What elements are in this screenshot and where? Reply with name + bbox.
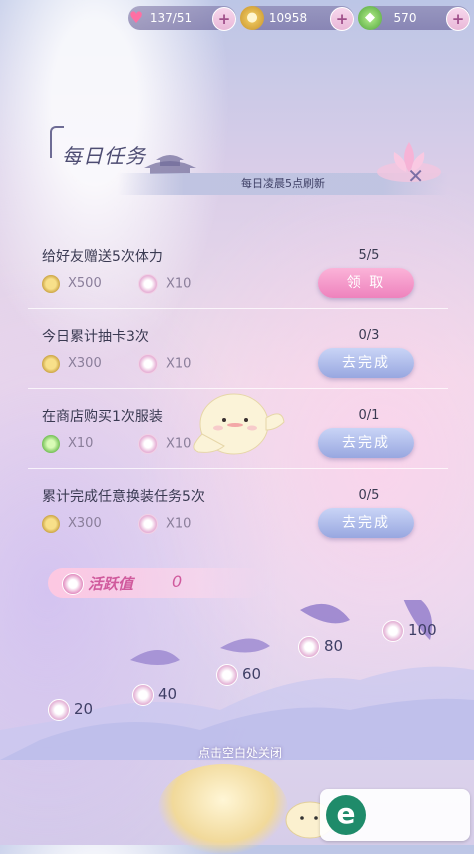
- activity-point-icon: [62, 573, 84, 595]
- go-complete-button[interactable]: 去完成: [318, 428, 414, 458]
- moon-decoration: [158, 764, 288, 854]
- activity-point-icon: [298, 636, 320, 658]
- side-scroll-decoration: [2, 210, 22, 610]
- activity-point-icon: [382, 620, 404, 642]
- task-row: 累计完成任意换装任务5次 0/5 X300 X10 去完成: [28, 468, 448, 548]
- reward-coin: X300: [42, 354, 102, 374]
- site-logo-icon: [326, 795, 366, 835]
- task-progress: 5/5: [358, 248, 380, 263]
- close-hint[interactable]: 点击空白处关闭: [130, 744, 350, 761]
- task-name: 累计完成任意换装任务5次: [42, 489, 205, 505]
- activity-point-icon: [216, 664, 238, 686]
- reward-activity: X10: [138, 354, 191, 374]
- task-name: 在商店购买1次服装: [42, 409, 163, 425]
- mascot-character: [193, 393, 285, 455]
- task-row: 今日累计抽卡3次 0/3 X300 X10 去完成: [28, 308, 448, 389]
- task-name: 给好友赠送5次体力: [42, 249, 163, 265]
- gold-coin-icon: [42, 274, 60, 293]
- gem-value: 570: [393, 11, 417, 25]
- activity-label: 活跃值: [88, 575, 134, 593]
- task-name: 今日累计抽卡3次: [42, 329, 149, 345]
- gold-coin-icon: [42, 514, 60, 533]
- wave-decoration: [0, 600, 474, 760]
- resource-bar: ♥ 137/51 + ● 10958 + ◆ 570 +: [0, 0, 474, 36]
- stamina-counter: ♥ 137/51 +: [128, 6, 236, 31]
- task-progress: 0/3: [358, 328, 380, 343]
- page-title: 每日任务: [62, 144, 146, 168]
- activity-point-icon: [138, 274, 158, 294]
- activity-point-icon: [132, 684, 154, 706]
- daily-task-header: 每日任务 每日凌晨5点刷新 ✕: [50, 118, 450, 198]
- green-gem-icon: [42, 434, 60, 453]
- reward-activity: X10: [138, 274, 191, 294]
- activity-point-icon: [138, 434, 158, 454]
- add-gold-button[interactable]: +: [330, 7, 354, 31]
- watermark: [320, 789, 470, 841]
- activity-point-icon: [138, 514, 158, 534]
- task-progress: 0/1: [358, 408, 380, 423]
- pagoda-icon: [144, 155, 196, 174]
- task-progress: 0/5: [358, 488, 380, 503]
- gold-counter: ● 10958 +: [240, 6, 354, 31]
- add-gem-button[interactable]: +: [446, 7, 470, 31]
- gold-value: 10958: [268, 11, 308, 25]
- go-complete-button[interactable]: 去完成: [318, 508, 414, 538]
- reward-activity: X10: [138, 514, 191, 534]
- close-button[interactable]: ✕: [407, 164, 424, 188]
- reward-coin: X300: [42, 514, 102, 534]
- activity-value: 0: [172, 572, 183, 591]
- activity-point-icon: [138, 354, 158, 374]
- gold-coin-icon: [42, 354, 60, 373]
- stamina-value: 137/51: [149, 11, 193, 25]
- activity-bar: 活跃值 0: [48, 568, 264, 598]
- activity-point-icon: [48, 699, 70, 721]
- task-row: 给好友赠送5次体力 5/5 X500 X10 领 取: [28, 228, 448, 309]
- reward-coin: X500: [42, 274, 102, 294]
- reward-gem: X10: [42, 434, 93, 454]
- gem-counter: ◆ 570 +: [358, 6, 470, 31]
- go-complete-button[interactable]: 去完成: [318, 348, 414, 378]
- add-stamina-button[interactable]: +: [212, 7, 236, 31]
- claim-button[interactable]: 领 取: [318, 268, 414, 298]
